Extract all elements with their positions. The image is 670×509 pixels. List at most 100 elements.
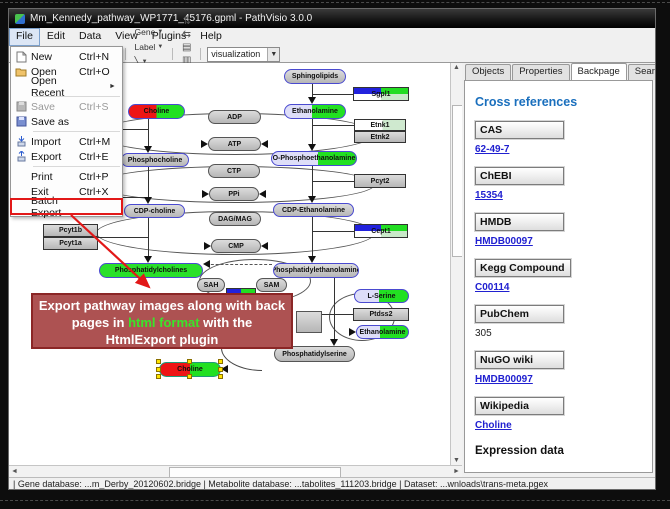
node-cdp-choline[interactable]: CDP-choline [124, 204, 185, 218]
visualization-select[interactable]: visualization ▼ [207, 47, 280, 62]
edge-line [148, 218, 149, 257]
tab-backpage[interactable]: Backpage [571, 63, 627, 80]
xref-link-c00114[interactable]: C00114 [475, 282, 509, 293]
node-pcyt2[interactable]: Pcyt2 [354, 174, 406, 188]
menubar-item-edit[interactable]: Edit [40, 28, 72, 46]
xref-source-header: Kegg Compound [475, 259, 571, 277]
menu-item-open-recent[interactable]: Open Recent► [11, 79, 122, 94]
xref-source-header: CAS [475, 121, 564, 139]
node-phosphocholine[interactable]: Phosphocholine [121, 153, 189, 167]
selection-handle[interactable] [218, 367, 223, 372]
node-sam[interactable]: SAM [256, 278, 287, 292]
node-sgpl1[interactable]: Sgpl1 [353, 87, 409, 101]
node-etnk2[interactable]: Etnk2 [354, 131, 406, 143]
xref-link-15354[interactable]: 15354 [475, 190, 503, 201]
arrowhead [204, 242, 211, 250]
menubar-item-file[interactable]: File [9, 28, 40, 46]
selection-handle[interactable] [218, 374, 223, 379]
node-l-serine[interactable]: L-Serine [354, 289, 409, 303]
selection-handle[interactable] [156, 367, 161, 372]
selection-handle[interactable] [187, 359, 192, 364]
node-ethanolamine-bottom[interactable]: Ethanolamine [356, 325, 409, 339]
menu-item-print[interactable]: PrintCtrl+P [11, 169, 122, 184]
node-sphingolipids[interactable]: Sphingolipids [284, 69, 346, 84]
menu-item-save[interactable]: SaveCtrl+S [11, 99, 122, 114]
align-center-x-button[interactable]: ⇅ [179, 15, 194, 28]
menu-item-label: Import [31, 136, 79, 148]
menu-item-save-as[interactable]: Save as [11, 114, 122, 129]
node-adp[interactable]: ADP [208, 110, 261, 124]
arrowhead [259, 190, 266, 198]
edge-line [312, 217, 313, 257]
xref-link-hmdb00097[interactable]: HMDB00097 [475, 374, 533, 385]
menu-shortcut: Ctrl+P [79, 171, 119, 183]
node-o-phosphoethanolamine[interactable]: O-Phosphoethanolamine [271, 151, 357, 166]
callout-highlight: html format [128, 315, 200, 330]
toolbar-separator [125, 48, 126, 60]
chevron-down-icon: ▼ [157, 29, 163, 35]
menu-item-batch-export[interactable]: Batch Export [11, 199, 122, 214]
node-cmp[interactable]: CMP [211, 239, 261, 253]
scroll-up-icon[interactable]: ▲ [453, 64, 460, 71]
menubar-item-help[interactable]: Help [193, 28, 229, 46]
menu-bar: FileEditDataViewPluginsHelp [9, 28, 655, 47]
node-phosphatidylethanolamine[interactable]: Phosphatidylethanolamine [273, 263, 359, 278]
selection-handle[interactable] [218, 359, 223, 364]
node-dag-mag[interactable]: DAG/MAG [209, 212, 261, 226]
canvas-vertical-scrollbar[interactable]: ▲ ▼ [450, 63, 462, 465]
cross-references-heading: Cross references [475, 95, 652, 109]
file-menu-dropdown: NewCtrl+NOpenCtrl+OOpen Recent►SaveCtrl+… [10, 46, 123, 217]
tab-properties[interactable]: Properties [512, 64, 569, 80]
callout-line: HtmlExport plugin [106, 332, 219, 347]
selection-handle[interactable] [187, 374, 192, 379]
node-choline-top[interactable]: Choline [128, 104, 185, 119]
node-ethanolamine-top[interactable]: Ethanolamine [284, 104, 346, 119]
menu-shortcut: Ctrl+E [79, 151, 119, 163]
menu-item-export[interactable]: ExportCtrl+E [11, 149, 122, 164]
edge-line [312, 125, 354, 126]
xref-link-choline[interactable]: Choline [475, 420, 512, 431]
edge-line [148, 167, 149, 198]
gene-product-tool-icon: Gene [135, 27, 156, 37]
node-sah[interactable]: SAH [197, 278, 225, 292]
xref-link-hmdb00097[interactable]: HMDB00097 [475, 236, 533, 247]
node-ppi[interactable]: PPi [209, 187, 259, 201]
node-cept1[interactable]: Cept1 [354, 224, 408, 238]
node-cdp-ethanolamine[interactable]: CDP-Ethanolamine [273, 203, 354, 217]
app-window: Mm_Kennedy_pathway_WP1771_45176.gpml - P… [8, 8, 656, 490]
toolbar-separator [172, 48, 173, 60]
menu-item-new[interactable]: NewCtrl+N [11, 49, 122, 64]
window-title: Mm_Kennedy_pathway_WP1771_45176.gpml - P… [30, 13, 312, 24]
tab-search[interactable]: Search [628, 64, 656, 80]
screenshot-border [0, 500, 670, 501]
scroll-left-icon[interactable]: ◄ [11, 468, 18, 475]
menu-shortcut: Ctrl+S [79, 101, 119, 113]
node-pcyt1a[interactable]: Pcyt1a [43, 237, 98, 250]
align-center-y-button[interactable]: ⇆ [179, 28, 194, 41]
scroll-down-icon[interactable]: ▼ [453, 457, 460, 464]
node-anchor-box[interactable] [296, 311, 322, 333]
node-phosphatidylcholines[interactable]: Phosphatidylcholines [99, 263, 203, 278]
tab-objects[interactable]: Objects [465, 64, 511, 80]
menubar-item-data[interactable]: Data [72, 28, 108, 46]
scroll-right-icon[interactable]: ► [453, 468, 460, 475]
selection-handle[interactable] [156, 374, 161, 379]
arrowhead [308, 144, 316, 151]
node-atp[interactable]: ATP [208, 137, 261, 151]
node-ctp[interactable]: CTP [208, 164, 260, 178]
selection-handle[interactable] [156, 359, 161, 364]
label-tool-button[interactable]: Label▼ [132, 39, 167, 54]
node-ptdss2[interactable]: Ptdss2 [353, 308, 409, 321]
gene-product-tool-button[interactable]: Gene▼ [132, 24, 167, 39]
xref-link-62-49-7[interactable]: 62-49-7 [475, 144, 509, 155]
menu-item-import[interactable]: ImportCtrl+M [11, 134, 122, 149]
edge-line [98, 237, 148, 238]
distribute-rows-button[interactable]: ▤ [179, 41, 194, 54]
canvas-horizontal-scrollbar[interactable]: ◄ ► [9, 465, 462, 477]
arrowhead [330, 339, 338, 346]
menu-shortcut: Ctrl+M [79, 136, 119, 148]
node-etnk1[interactable]: Etnk1 [354, 119, 406, 131]
xref-source-header: NuGO wiki [475, 351, 564, 369]
node-pcyt1b[interactable]: Pcyt1b [43, 224, 98, 237]
arrowhead [201, 140, 208, 148]
